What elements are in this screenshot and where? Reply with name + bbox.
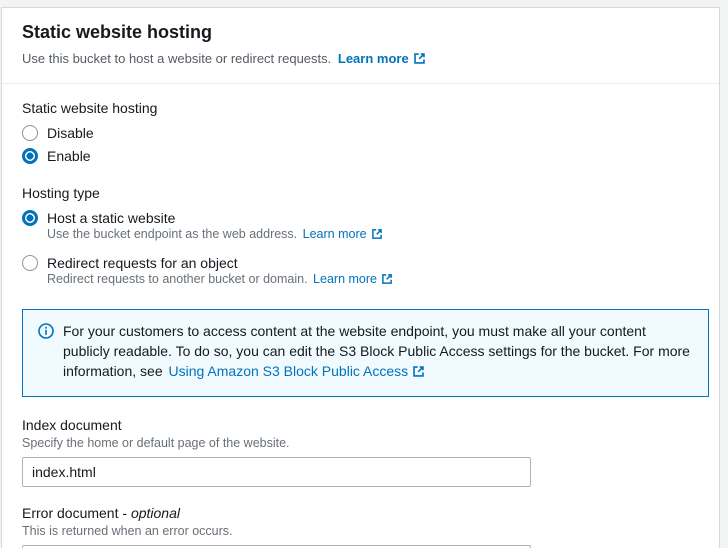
- error-document-description: This is returned when an error occurs.: [22, 524, 699, 538]
- radio-selected-icon[interactable]: [22, 148, 38, 164]
- radio-option-disable[interactable]: Disable: [22, 125, 699, 141]
- optional-indicator: optional: [131, 505, 180, 521]
- radio-option-enable[interactable]: Enable: [22, 148, 699, 164]
- radio-option-host-static-website[interactable]: Host a static website: [22, 210, 699, 226]
- index-document-description: Specify the home or default page of the …: [22, 436, 699, 450]
- description-text: Use the bucket endpoint as the web addre…: [47, 227, 297, 241]
- radio-selected-icon[interactable]: [22, 210, 38, 226]
- error-document-label: Error document - optional: [22, 505, 699, 521]
- index-document-field: Index document Specify the home or defau…: [22, 417, 699, 487]
- panel-content: Static website hosting Disable Enable Ho…: [2, 100, 719, 548]
- public-access-info-alert: For your customers to access content at …: [22, 309, 709, 397]
- radio-option-label: Host a static website: [47, 210, 175, 226]
- static-website-hosting-panel: Static website hosting Use this bucket t…: [1, 7, 720, 548]
- radio-unselected-icon[interactable]: [22, 255, 38, 271]
- header-learn-more-link[interactable]: Learn more: [338, 51, 409, 66]
- hosting-toggle-label: Static website hosting: [22, 100, 699, 116]
- radio-option-description: Redirect requests to another bucket or d…: [47, 272, 699, 288]
- info-alert-text: For your customers to access content at …: [63, 321, 692, 383]
- error-document-field: Error document - optional This is return…: [22, 505, 699, 548]
- radio-option-redirect-requests[interactable]: Redirect requests for an object: [22, 255, 699, 271]
- external-link-icon: [381, 274, 393, 288]
- radio-option-label: Disable: [47, 125, 94, 141]
- host-static-learn-more-link[interactable]: Learn more: [303, 227, 367, 241]
- external-link-icon: [413, 53, 426, 68]
- page-subtitle: Use this bucket to host a website or red…: [22, 51, 699, 68]
- external-link-icon: [371, 229, 383, 243]
- panel-header: Static website hosting Use this bucket t…: [2, 8, 719, 84]
- radio-option-label: Enable: [47, 148, 91, 164]
- index-document-input[interactable]: [22, 457, 531, 487]
- index-document-label: Index document: [22, 417, 699, 433]
- hosting-type-label: Hosting type: [22, 185, 699, 201]
- s3-block-public-access-link[interactable]: Using Amazon S3 Block Public Access: [169, 363, 409, 379]
- external-link-icon: [412, 365, 425, 381]
- info-icon: [38, 323, 54, 342]
- description-text: Redirect requests to another bucket or d…: [47, 272, 308, 286]
- subtitle-text: Use this bucket to host a website or red…: [22, 51, 331, 66]
- redirect-learn-more-link[interactable]: Learn more: [313, 272, 377, 286]
- page-title: Static website hosting: [22, 22, 699, 43]
- radio-option-label: Redirect requests for an object: [47, 255, 238, 271]
- error-document-label-text: Error document -: [22, 505, 127, 521]
- radio-option-description: Use the bucket endpoint as the web addre…: [47, 227, 699, 243]
- radio-unselected-icon[interactable]: [22, 125, 38, 141]
